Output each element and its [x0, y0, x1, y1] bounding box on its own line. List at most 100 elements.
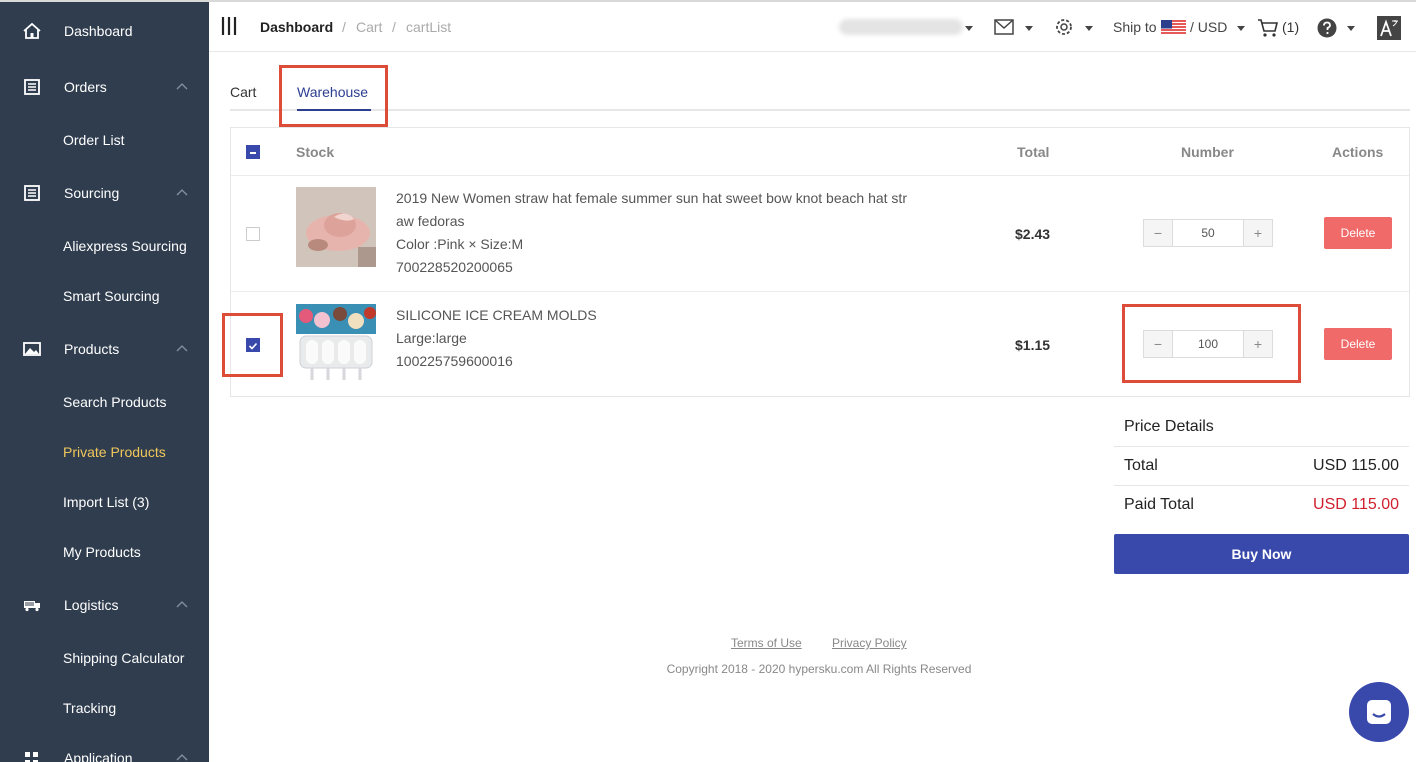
sidebar-item-label: Application: [64, 750, 133, 762]
caret-down-icon[interactable]: [1025, 26, 1033, 31]
sidebar-item-label: Import List (3): [63, 494, 150, 510]
sidebar-item-label: Sourcing: [64, 185, 120, 201]
menu-toggle-icon[interactable]: [221, 16, 239, 36]
breadcrumb-separator: /: [392, 19, 396, 35]
caret-down-icon[interactable]: [1237, 26, 1245, 31]
tab-cart[interactable]: Cart: [230, 84, 256, 100]
us-flag-icon[interactable]: [1161, 20, 1186, 36]
product-title-continued[interactable]: aw fedoras: [396, 210, 464, 233]
row-checkbox[interactable]: [246, 338, 260, 352]
cart-icon[interactable]: [1257, 18, 1279, 38]
caret-down-icon[interactable]: [965, 26, 973, 31]
sidebar-item-search-products[interactable]: Search Products: [0, 384, 209, 420]
sidebar-item-dashboard[interactable]: Dashboard: [0, 11, 209, 51]
product-sku: 100225759600016: [396, 353, 513, 369]
breadcrumb-cartlist: cartList: [406, 19, 452, 35]
product-title[interactable]: 2019 New Women straw hat female summer s…: [396, 187, 907, 210]
increment-button[interactable]: +: [1244, 331, 1272, 357]
total-label: Total: [1124, 457, 1158, 474]
caret-down-icon[interactable]: [1347, 26, 1355, 31]
delete-button[interactable]: Delete: [1324, 217, 1392, 249]
tab-warehouse[interactable]: Warehouse: [297, 84, 368, 100]
divider: [1114, 485, 1409, 486]
quantity-input[interactable]: 100: [1172, 331, 1244, 357]
sidebar-item-label: My Products: [63, 544, 141, 560]
row-checkbox[interactable]: [246, 227, 260, 241]
sidebar-item-label: Order List: [63, 132, 125, 148]
chat-launcher-button[interactable]: [1349, 682, 1409, 742]
row-total: $1.15: [1015, 337, 1051, 353]
sidebar-item-import-list[interactable]: Import List (3): [0, 484, 209, 520]
cart-table: Stock Total Number Actions 2019 New Wome…: [230, 127, 1410, 397]
sidebar-item-label: Search Products: [63, 394, 167, 410]
column-header-actions: Actions: [1332, 144, 1384, 160]
copyright-text: Copyright 2018 - 2020 hypersku.com All R…: [666, 662, 972, 676]
sidebar-item-logistics[interactable]: Logistics: [0, 585, 209, 625]
sidebar-item-label: Products: [64, 341, 120, 357]
quantity-input[interactable]: 50: [1172, 220, 1244, 246]
row-total: $2.43: [1015, 226, 1051, 242]
sidebar-item-label: Dashboard: [64, 23, 133, 39]
buy-now-button[interactable]: Buy Now: [1114, 534, 1409, 574]
sidebar-item-smart-sourcing[interactable]: Smart Sourcing: [0, 278, 209, 314]
sidebar-item-my-products[interactable]: My Products: [0, 534, 209, 570]
product-image-straw-hat[interactable]: [296, 187, 376, 267]
sidebar-item-label: Logistics: [64, 597, 119, 613]
sidebar-item-private-products[interactable]: Private Products: [0, 434, 209, 470]
privacy-link[interactable]: Privacy Policy: [832, 636, 907, 650]
sidebar: Dashboard Orders Order List Sourcing Ali…: [0, 0, 209, 762]
column-header-number: Number: [1181, 144, 1234, 160]
product-sku: 700228520200065: [396, 259, 513, 275]
sidebar-item-products[interactable]: Products: [0, 329, 209, 369]
sidebar-top-border: [0, 0, 209, 2]
quantity-stepper: − 100 +: [1143, 330, 1273, 358]
chevron-up-icon: [176, 601, 188, 608]
sidebar-item-order-list[interactable]: Order List: [0, 122, 209, 158]
breadcrumb-cart[interactable]: Cart: [356, 19, 382, 35]
price-details-heading: Price Details: [1124, 418, 1214, 435]
indeterminate-icon: [250, 152, 256, 154]
quantity-stepper: − 50 +: [1143, 219, 1273, 247]
select-all-checkbox[interactable]: [246, 145, 260, 159]
row-divider: [231, 291, 1409, 292]
column-header-total: Total: [1017, 144, 1050, 160]
sidebar-item-label: Private Products: [63, 444, 166, 460]
delete-button[interactable]: Delete: [1324, 328, 1392, 360]
product-image-ice-cream-molds[interactable]: [296, 304, 376, 384]
check-icon: [248, 342, 258, 350]
increment-button[interactable]: +: [1244, 220, 1272, 246]
tab-bar: Cart Warehouse: [230, 66, 1410, 111]
terms-link[interactable]: Terms of Use: [731, 636, 802, 650]
grid-icon: [25, 752, 38, 762]
sidebar-item-orders[interactable]: Orders: [0, 67, 209, 107]
translate-icon[interactable]: [1377, 16, 1401, 40]
paid-total-label: Paid Total: [1124, 496, 1194, 513]
top-bar: Dashboard / Cart / cartList Ship to / US…: [209, 0, 1416, 52]
currency-label[interactable]: / USD: [1190, 19, 1227, 35]
list-icon: [24, 79, 40, 95]
breadcrumb-separator: /: [342, 19, 346, 35]
breadcrumb-dashboard[interactable]: Dashboard: [260, 19, 333, 35]
user-account-blurred[interactable]: [839, 19, 963, 35]
divider: [1114, 446, 1409, 447]
sidebar-item-label: Aliexpress Sourcing: [63, 238, 187, 254]
mail-icon[interactable]: [994, 19, 1014, 35]
sidebar-item-aliexpress-sourcing[interactable]: Aliexpress Sourcing: [0, 228, 209, 264]
total-value: USD 115.00: [1313, 457, 1399, 474]
home-icon: [23, 22, 41, 39]
cart-count[interactable]: (1): [1282, 19, 1299, 35]
chevron-up-icon: [176, 83, 188, 90]
caret-down-icon[interactable]: [1085, 26, 1093, 31]
decrement-button[interactable]: −: [1144, 331, 1172, 357]
gear-icon[interactable]: [1054, 17, 1074, 37]
sidebar-item-application[interactable]: Application: [0, 738, 209, 762]
sidebar-item-sourcing[interactable]: Sourcing: [0, 173, 209, 213]
list-icon: [24, 185, 40, 201]
sidebar-item-label: Smart Sourcing: [63, 288, 160, 304]
sidebar-item-tracking[interactable]: Tracking: [0, 690, 209, 726]
image-icon: [23, 342, 41, 356]
ship-to-label[interactable]: Ship to: [1113, 19, 1157, 35]
decrement-button[interactable]: −: [1144, 220, 1172, 246]
help-icon[interactable]: [1317, 18, 1337, 38]
product-title[interactable]: SILICONE ICE CREAM MOLDS: [396, 304, 597, 327]
